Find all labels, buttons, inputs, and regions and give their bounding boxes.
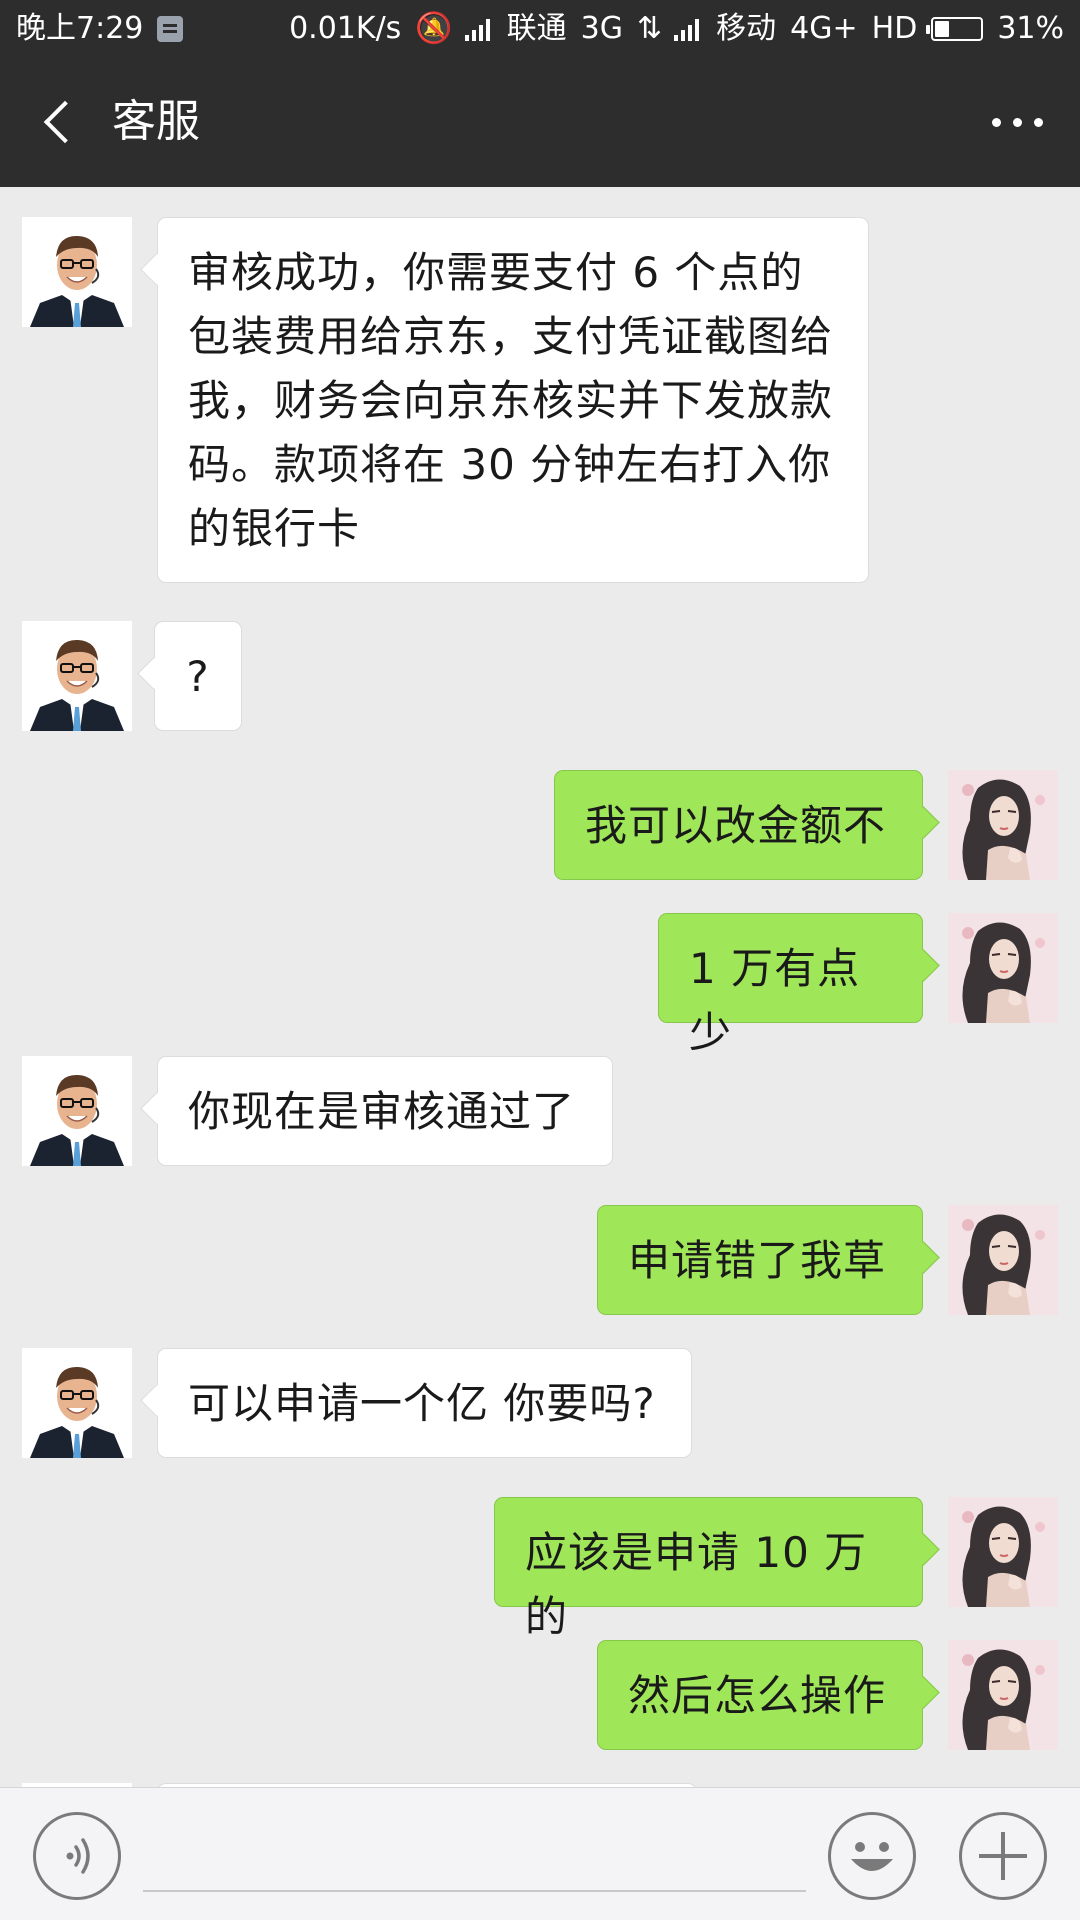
user-avatar[interactable] [948,1640,1058,1750]
status-bar: 晚上7:29 0.01K/s 🔕 联通 3G ⇅ 移动 4G+ HD 31% [0,0,1080,57]
outgoing-message-bubble[interactable]: 然后怎么操作 [597,1640,923,1750]
message-input[interactable] [143,1818,806,1892]
agent-avatar[interactable] [22,1348,132,1458]
network-type-2: 4G+ [790,11,858,46]
message-list[interactable]: 审核成功，你需要支付 6 个点的包装费用给京东，支付凭证截图给我，财务会向京东核… [0,187,1080,1787]
carrier-1: 联通 [506,11,567,46]
agent-avatar[interactable] [22,1056,132,1166]
status-bar-right: 0.01K/s 🔕 联通 3G ⇅ 移动 4G+ HD 31% [275,0,1064,57]
message-row: 你现在是审核通过了 [0,1056,1080,1166]
signal-icon-2 [674,17,702,41]
agent-avatar[interactable] [22,621,132,731]
outgoing-message-bubble[interactable]: 应该是申请 10 万的 [494,1497,923,1641]
net-speed: 0.01K/s [289,11,402,46]
outgoing-message-bubble[interactable]: 1 万有点少 [658,913,923,1057]
chat-title: 客服 [112,96,200,147]
notification-message-icon [157,15,184,42]
status-time: 晚上7:29 [16,11,144,46]
message-row: 可以申请一个亿 你要吗? [0,1348,1080,1458]
signal-icon-1 [464,17,493,41]
data-transfer-icon: ⇅ [637,11,663,46]
chat-header: 客服 [0,57,1080,187]
input-bar [0,1787,1080,1920]
voice-icon[interactable] [33,1812,121,1900]
message-row: 应该是申请 10 万的 [0,1497,1080,1641]
user-avatar[interactable] [948,1497,1058,1607]
message-row: 1 万有点少 [0,913,1080,1057]
incoming-message-bubble[interactable]: 可以申请一个亿 你要吗? [157,1348,692,1458]
message-row: 然后怎么操作 [0,1640,1080,1750]
incoming-message-bubble[interactable]: 你现在是审核通过了 [157,1056,613,1166]
network-type-1: 3G [580,11,624,46]
carrier-2: 移动 [716,11,777,46]
emoji-icon[interactable] [828,1812,916,1900]
status-bar-left: 晚上7:29 [16,0,184,57]
hd-indicator: HD [871,11,918,46]
incoming-message-bubble[interactable]: 审核成功，你需要支付 6 个点的包装费用给京东，支付凭证截图给我，财务会向京东核… [157,217,869,583]
message-row: ? [0,621,1080,731]
mute-bell-icon: 🔕 [415,11,453,46]
outgoing-message-bubble[interactable]: 申请错了我草 [597,1205,923,1315]
user-avatar[interactable] [948,913,1058,1023]
message-row: 我可以改金额不 [0,770,1080,880]
plus-icon[interactable] [959,1812,1047,1900]
user-avatar[interactable] [948,1205,1058,1315]
message-row: 申请错了我草 [0,1205,1080,1315]
incoming-message-bubble[interactable]: ? [154,621,242,731]
agent-avatar[interactable] [22,217,132,327]
back-arrow-icon[interactable] [28,91,90,153]
more-options-icon[interactable] [982,97,1052,147]
battery-percent: 31% [997,11,1064,46]
outgoing-message-bubble[interactable]: 我可以改金额不 [554,770,923,880]
user-avatar[interactable] [948,770,1058,880]
message-row: 审核成功，你需要支付 6 个点的包装费用给京东，支付凭证截图给我，财务会向京东核… [0,217,1080,583]
battery-icon [926,16,984,41]
